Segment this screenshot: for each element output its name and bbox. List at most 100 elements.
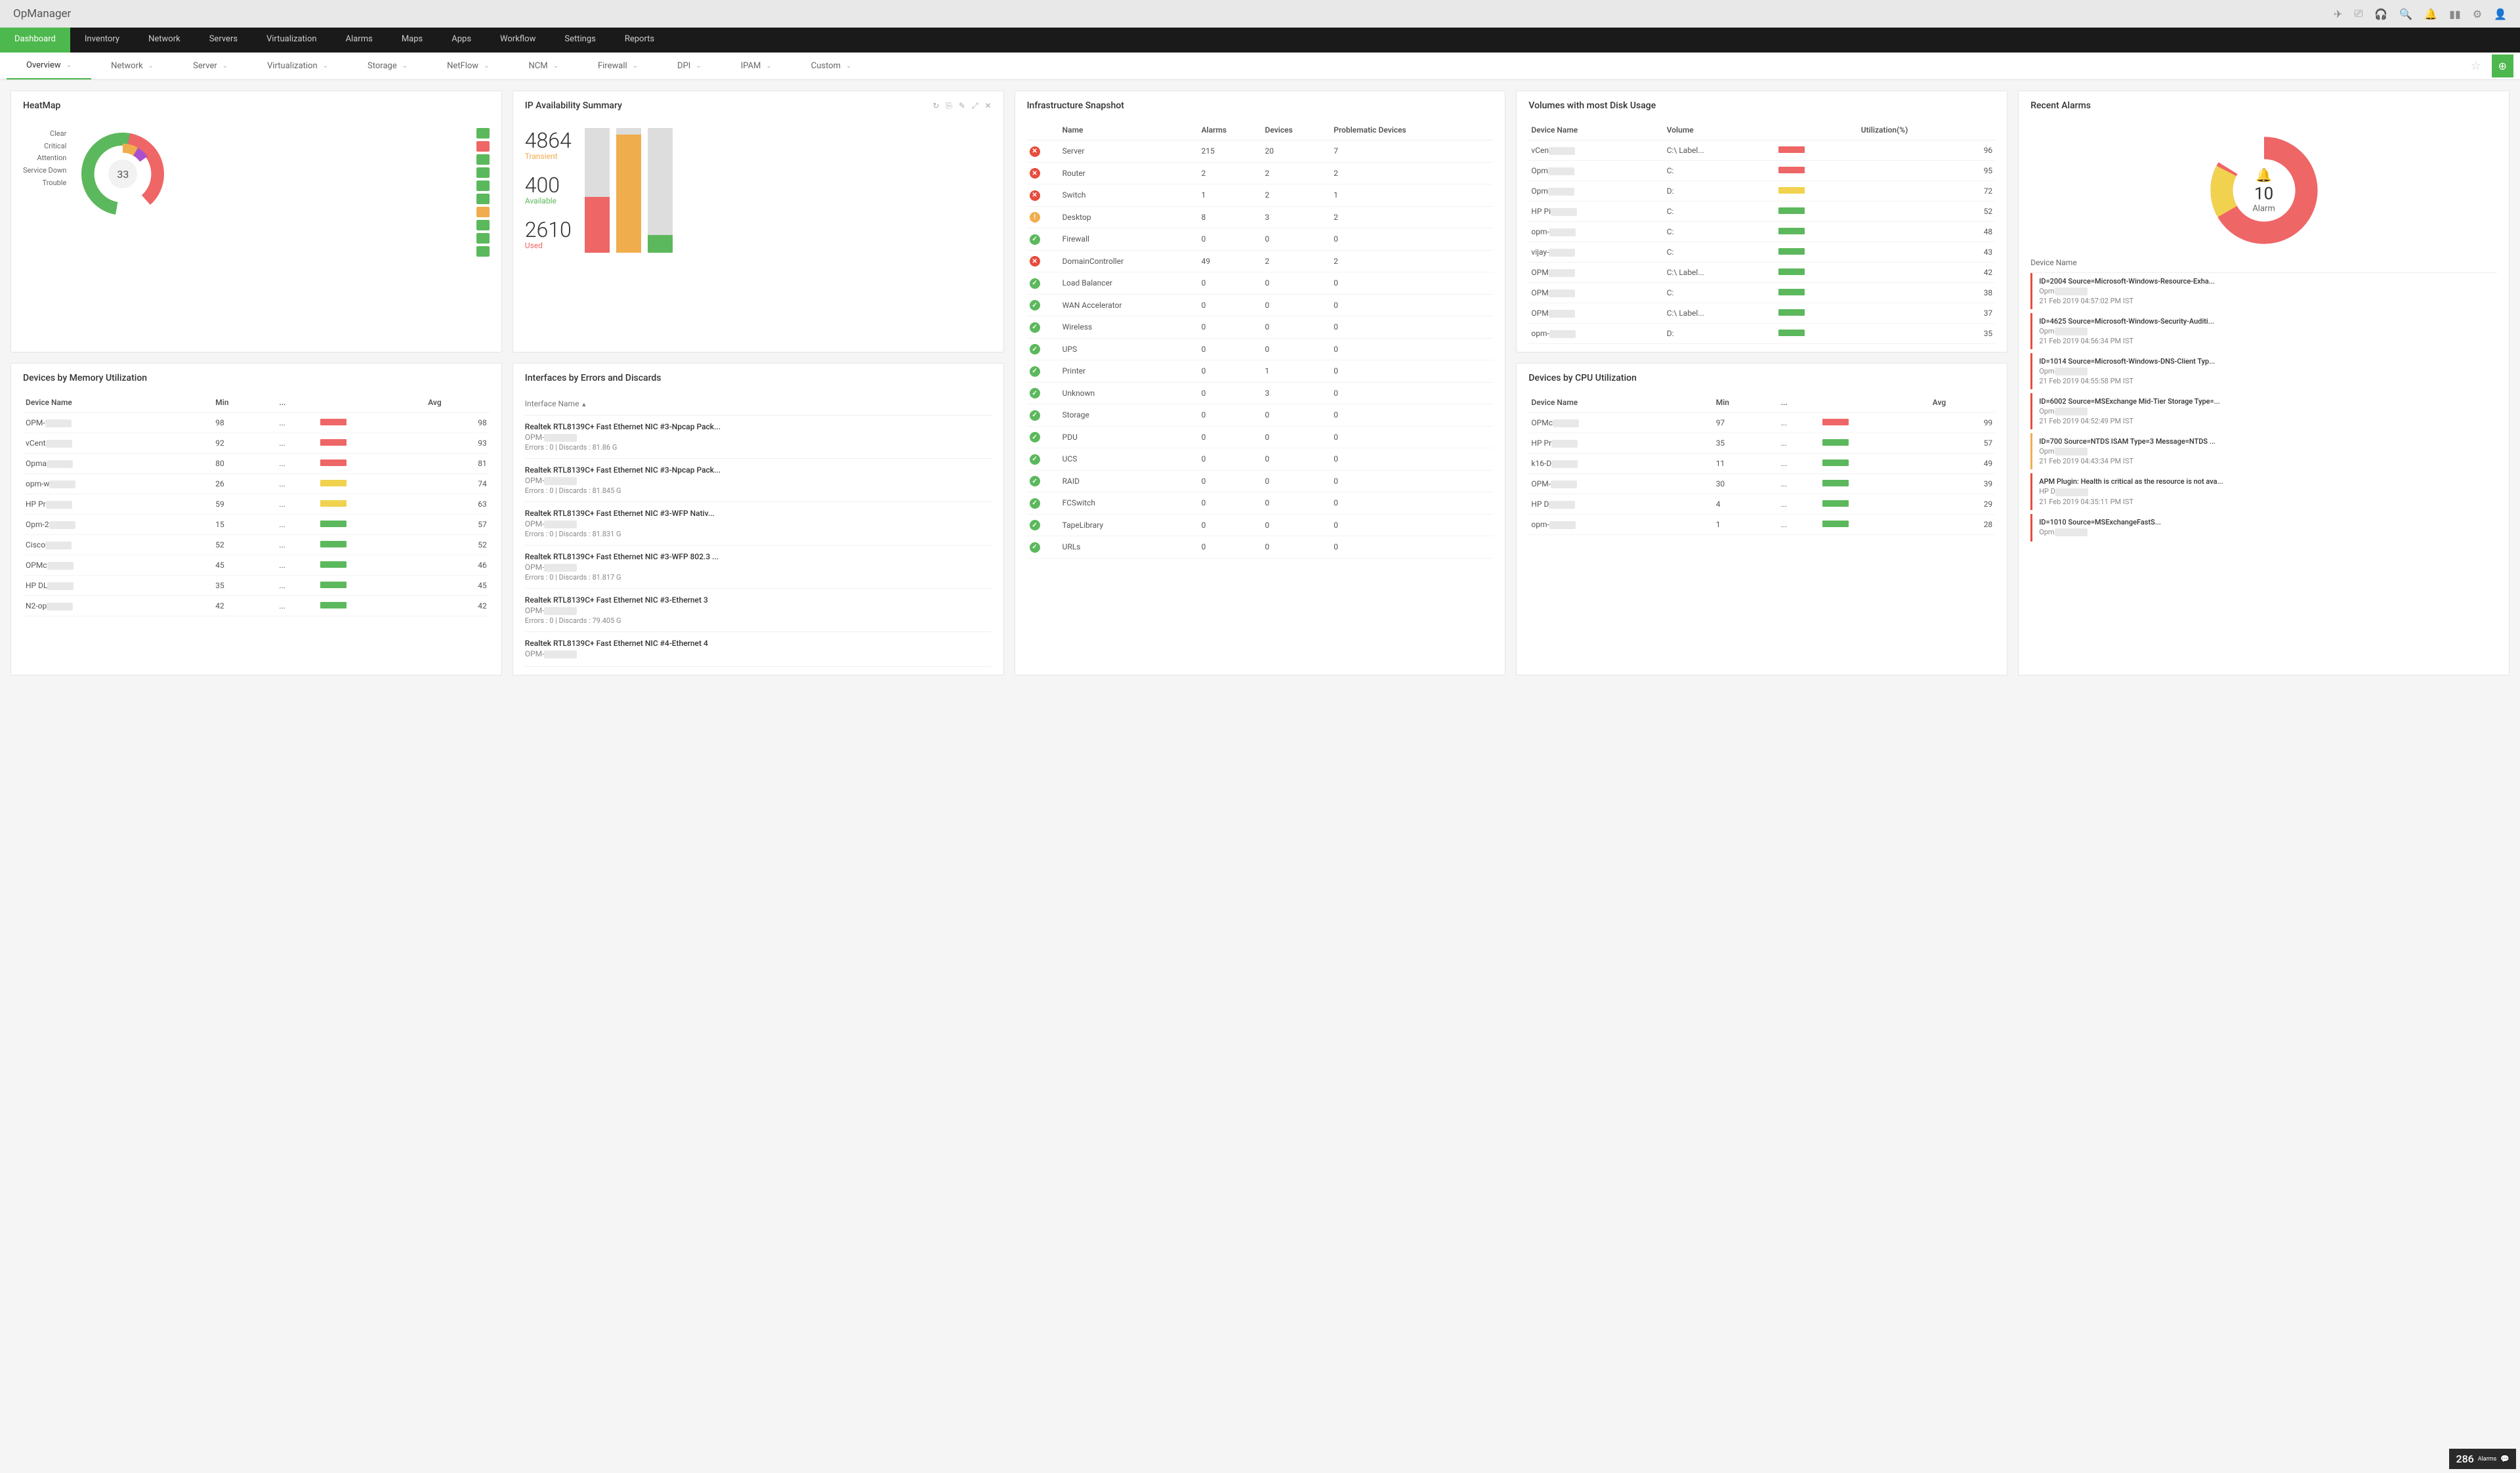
table-row[interactable]: OpmD:72 xyxy=(1528,181,1995,202)
alarm-item[interactable]: ID=700 Source=NTDS ISAM Type=3 Message=N… xyxy=(2030,433,2497,469)
table-row[interactable]: opm-D:35 xyxy=(1528,324,1995,344)
table-row[interactable]: ✓UCS000 xyxy=(1027,448,1494,471)
subnav-custom[interactable]: Custom ⌄ xyxy=(791,53,872,79)
nav-servers[interactable]: Servers xyxy=(195,28,252,53)
subnav-virtualization[interactable]: Virtualization ⌄ xyxy=(247,53,348,79)
alarm-item[interactable]: APM Plugin: Health is critical as the re… xyxy=(2030,473,2497,509)
table-row[interactable]: OPM-30...39 xyxy=(1528,474,1995,494)
table-row[interactable]: ✕Router222 xyxy=(1027,162,1494,184)
nav-dashboard[interactable]: Dashboard xyxy=(0,28,70,53)
iface-item[interactable]: Realtek RTL8139C+ Fast Ethernet NIC #3-E… xyxy=(525,589,992,632)
subnav-firewall[interactable]: Firewall ⌄ xyxy=(578,53,658,79)
table-row[interactable]: ✓Firewall000 xyxy=(1027,228,1494,251)
heat-square[interactable] xyxy=(476,167,490,178)
device-icon[interactable]: ▮▮ xyxy=(2449,8,2461,20)
table-row[interactable]: ✕DomainController4922 xyxy=(1027,250,1494,272)
alarm-item[interactable]: ID=1014 Source=Microsoft-Windows-DNS-Cli… xyxy=(2030,353,2497,389)
table-row[interactable]: ✓Wireless000 xyxy=(1027,316,1494,339)
gear-icon[interactable]: ⚙ xyxy=(2473,8,2482,20)
iface-item[interactable]: Realtek RTL8139C+ Fast Ethernet NIC #3-N… xyxy=(525,459,992,502)
edit-icon[interactable]: ✎ xyxy=(959,101,965,111)
nav-alarms[interactable]: Alarms xyxy=(331,28,387,53)
heat-square[interactable] xyxy=(476,246,490,257)
table-row[interactable]: opm-1...28 xyxy=(1528,515,1995,535)
table-row[interactable]: OpmC:95 xyxy=(1528,161,1995,181)
subnav-storage[interactable]: Storage ⌄ xyxy=(348,53,427,79)
nav-inventory[interactable]: Inventory xyxy=(70,28,134,53)
subnav-overview[interactable]: Overview ⌄ xyxy=(7,53,91,79)
table-row[interactable]: ✓WAN Accelerator000 xyxy=(1027,294,1494,316)
expand-icon[interactable]: ⤢ xyxy=(972,101,978,111)
iface-item[interactable]: Realtek RTL8139C+ Fast Ethernet NIC #4-E… xyxy=(525,632,992,667)
heat-square[interactable] xyxy=(476,194,490,204)
refresh-icon[interactable]: ↻ xyxy=(933,101,939,111)
table-row[interactable]: Opma80...81 xyxy=(23,454,490,474)
user-icon[interactable]: 👤 xyxy=(2494,8,2507,20)
nav-virtualization[interactable]: Virtualization xyxy=(252,28,331,53)
iface-item[interactable]: Realtek RTL8139C+ Fast Ethernet NIC #3-W… xyxy=(525,502,992,545)
export-icon[interactable]: ⎘ xyxy=(946,101,952,111)
table-row[interactable]: N2-op42...42 xyxy=(23,596,490,616)
subnav-server[interactable]: Server ⌄ xyxy=(173,53,247,79)
subnav-dpi[interactable]: DPI ⌄ xyxy=(658,53,721,79)
table-row[interactable]: HP D4...29 xyxy=(1528,494,1995,515)
table-row[interactable]: vijay-C:43 xyxy=(1528,242,1995,263)
alarm-item[interactable]: ID=4625 Source=Microsoft-Windows-Securit… xyxy=(2030,313,2497,349)
add-widget-button[interactable]: ⊕ xyxy=(2492,54,2513,77)
table-row[interactable]: ✓Unknown030 xyxy=(1027,382,1494,404)
heat-square[interactable] xyxy=(476,220,490,230)
nav-workflow[interactable]: Workflow xyxy=(486,28,550,53)
table-row[interactable]: ✓TapeLibrary000 xyxy=(1027,514,1494,536)
subnav-network[interactable]: Network ⌄ xyxy=(91,53,173,79)
heat-square[interactable] xyxy=(476,207,490,217)
table-row[interactable]: ✓RAID000 xyxy=(1027,470,1494,492)
table-row[interactable]: k16-D11...49 xyxy=(1528,454,1995,474)
heat-square[interactable] xyxy=(476,154,490,165)
table-row[interactable]: OPM-98...98 xyxy=(23,413,490,433)
screen-icon[interactable]: ⎚ xyxy=(2355,7,2363,20)
heat-square[interactable] xyxy=(476,141,490,152)
table-row[interactable]: ✓PDU000 xyxy=(1027,426,1494,448)
rocket-icon[interactable]: ✈ xyxy=(2334,8,2342,20)
search-icon[interactable]: 🔍 xyxy=(2399,8,2412,20)
table-row[interactable]: ✓FCSwitch000 xyxy=(1027,492,1494,515)
alarm-item[interactable]: ID=6002 Source=MSExchange Mid-Tier Stora… xyxy=(2030,393,2497,429)
close-icon[interactable]: ✕ xyxy=(985,101,992,111)
nav-settings[interactable]: Settings xyxy=(550,28,610,53)
footer-alarms-badge[interactable]: 286 Alarms 💬 xyxy=(2449,1449,2516,1469)
heat-square[interactable] xyxy=(476,181,490,191)
table-row[interactable]: OPMC:\ Label...37 xyxy=(1528,303,1995,324)
table-row[interactable]: ✓Printer010 xyxy=(1027,360,1494,383)
table-row[interactable]: HP DL35...45 xyxy=(23,576,490,596)
table-row[interactable]: vCenC:\ Label...96 xyxy=(1528,140,1995,161)
table-row[interactable]: ✓UPS000 xyxy=(1027,338,1494,360)
table-row[interactable]: ✓Load Balancer000 xyxy=(1027,272,1494,295)
table-row[interactable]: opm-C:48 xyxy=(1528,222,1995,242)
heat-square[interactable] xyxy=(476,128,490,139)
table-row[interactable]: !Desktop832 xyxy=(1027,206,1494,228)
table-row[interactable]: ✓Storage000 xyxy=(1027,404,1494,427)
subnav-ncm[interactable]: NCM ⌄ xyxy=(509,53,578,79)
nav-maps[interactable]: Maps xyxy=(387,28,437,53)
subnav-netflow[interactable]: NetFlow ⌄ xyxy=(427,53,509,79)
iface-item[interactable]: Realtek RTL8139C+ Fast Ethernet NIC #3-N… xyxy=(525,416,992,459)
table-row[interactable]: ✓URLs000 xyxy=(1027,536,1494,559)
nav-apps[interactable]: Apps xyxy=(437,28,486,53)
table-row[interactable]: vCent92...93 xyxy=(23,433,490,454)
table-row[interactable]: Cisco52...52 xyxy=(23,535,490,555)
nav-network[interactable]: Network xyxy=(134,28,195,53)
table-row[interactable]: HP Pr35...57 xyxy=(1528,433,1995,454)
iface-item[interactable]: Realtek RTL8139C+ Fast Ethernet NIC #3-W… xyxy=(525,545,992,589)
alarm-item[interactable]: ID=2004 Source=Microsoft-Windows-Resourc… xyxy=(2030,273,2497,309)
table-row[interactable]: OPMC:\ Label...42 xyxy=(1528,263,1995,283)
bell-icon[interactable]: 🔔 xyxy=(2424,8,2437,20)
subnav-ipam[interactable]: IPAM ⌄ xyxy=(721,53,791,79)
table-row[interactable]: HP PiC:52 xyxy=(1528,202,1995,222)
table-row[interactable]: OPMc45...46 xyxy=(23,555,490,576)
table-row[interactable]: OPMC:38 xyxy=(1528,283,1995,303)
heat-square[interactable] xyxy=(476,233,490,244)
table-row[interactable]: OPMc97...99 xyxy=(1528,413,1995,433)
table-row[interactable]: ✕Switch121 xyxy=(1027,184,1494,207)
table-row[interactable]: opm-w26...74 xyxy=(23,474,490,494)
headset-icon[interactable]: 🎧 xyxy=(2374,8,2387,20)
